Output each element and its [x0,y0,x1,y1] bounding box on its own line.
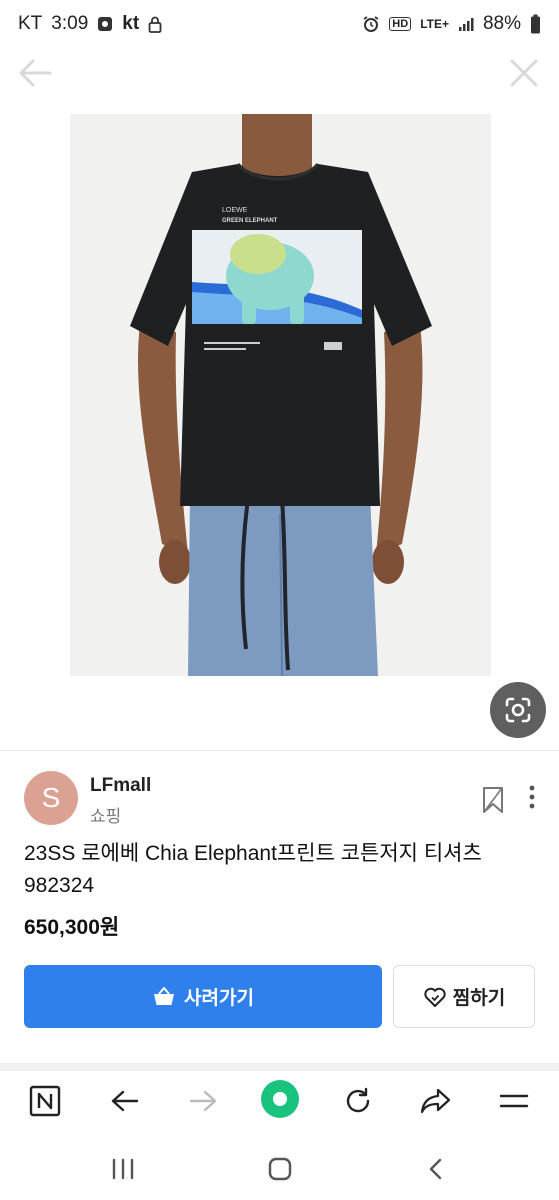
lock-icon [148,16,162,33]
browser-toolbar [0,1071,559,1133]
bookmark-icon[interactable] [480,786,506,814]
close-icon[interactable] [505,54,543,92]
app-notification-icon [97,16,113,32]
buy-button-label: 사려가기 [184,988,254,1009]
system-back-icon[interactable] [416,1154,456,1184]
product-price: 650,300원 [24,916,120,939]
seller-category: 쇼핑 [90,807,122,826]
status-bar: KT 3:09 kt HD LTE+ 88% [0,0,559,48]
gray-band [0,1063,559,1071]
more-icon[interactable] [522,784,542,810]
heart-icon [424,987,446,1007]
signal-icon [458,16,474,32]
seller-name[interactable]: LFmall [90,775,151,797]
lens-search-button[interactable] [490,682,546,738]
share-icon[interactable] [416,1083,456,1119]
carrier-label: KT [18,13,43,34]
status-left: KT 3:09 kt [18,13,162,35]
refresh-icon[interactable] [338,1083,378,1119]
hd-badge: HD [389,17,412,31]
cart-icon [154,986,175,1005]
menu-icon[interactable] [494,1083,534,1119]
naver-n-icon[interactable] [25,1083,65,1119]
lens-icon [505,697,531,723]
wish-button[interactable]: 찜하기 [393,965,535,1028]
operator-logo: kt [122,13,140,34]
buy-button[interactable]: 사려가기 [24,965,382,1028]
shirt-print-text: GREEN ELEPHANT [222,218,278,224]
back-icon[interactable] [105,1083,145,1119]
avatar[interactable]: S [24,771,78,825]
alarm-icon [362,15,380,33]
back-arrow-icon[interactable] [16,54,54,92]
recents-icon[interactable] [103,1154,143,1184]
system-navigation-bar [0,1140,559,1200]
battery-icon [530,14,541,34]
home-icon[interactable] [260,1154,300,1184]
network-label: LTE+ [420,17,449,31]
status-right: HD LTE+ 88% [362,13,541,35]
battery-label: 88% [482,13,521,34]
top-nav [0,48,559,98]
product-image[interactable]: LOEWE GREEN ELEPHANT [70,114,491,676]
product-title[interactable]: 23SS 로에베 Chia Elephant프린트 코튼저지 티셔츠 98232… [24,838,544,902]
forward-icon[interactable] [183,1083,223,1119]
home-dot-icon[interactable] [260,1080,300,1118]
section-divider [0,750,559,751]
time-label: 3:09 [51,13,89,34]
shirt-print-brand: LOEWE [222,207,248,214]
wish-button-label: 찜하기 [452,988,506,1009]
